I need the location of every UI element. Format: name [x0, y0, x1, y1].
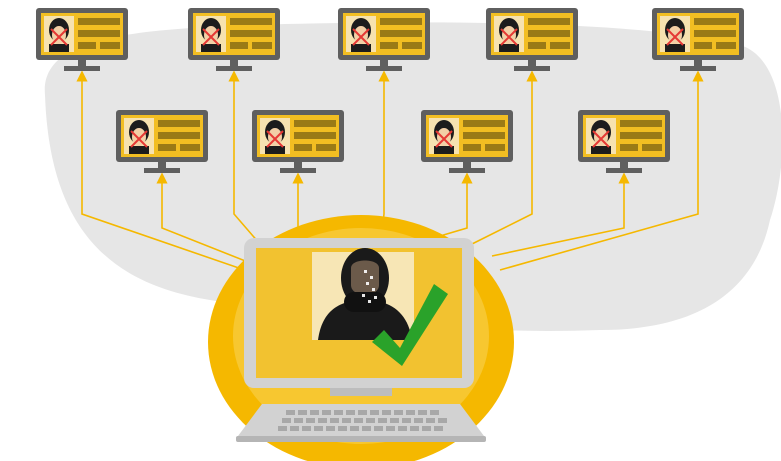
info-line: [230, 18, 272, 25]
key: [298, 410, 307, 415]
key: [290, 426, 299, 431]
info-line: [78, 18, 120, 25]
monitor-neck: [380, 60, 388, 66]
key: [278, 426, 287, 431]
key: [342, 418, 351, 423]
info-line: [463, 144, 481, 151]
info-line: [380, 42, 398, 49]
face-verification-diagram: [36, 8, 781, 461]
info-line: [294, 120, 336, 127]
monitor-stand: [680, 66, 716, 71]
info-line: [642, 144, 662, 151]
info-line: [463, 120, 505, 127]
info-line: [550, 42, 570, 49]
key: [438, 418, 447, 423]
key: [338, 426, 347, 431]
info-line: [620, 144, 638, 151]
key: [386, 426, 395, 431]
key: [366, 418, 375, 423]
key: [382, 410, 391, 415]
key: [326, 426, 335, 431]
info-line: [620, 132, 662, 139]
info-line: [620, 120, 662, 127]
key: [430, 410, 439, 415]
key: [314, 426, 323, 431]
key: [402, 418, 411, 423]
info-line: [252, 42, 272, 49]
info-line: [158, 144, 176, 151]
key: [378, 418, 387, 423]
monitor-stand: [514, 66, 550, 71]
info-line: [294, 132, 336, 139]
key: [362, 426, 371, 431]
key: [310, 410, 319, 415]
key: [394, 410, 403, 415]
laptop-base-edge: [236, 436, 486, 442]
info-line: [528, 30, 570, 37]
key: [398, 426, 407, 431]
info-line: [528, 18, 570, 25]
info-line: [694, 18, 736, 25]
key: [346, 410, 355, 415]
info-line: [180, 144, 200, 151]
monitor-neck: [620, 162, 628, 168]
key: [302, 426, 311, 431]
key: [426, 418, 435, 423]
key: [282, 418, 291, 423]
monitor-neck: [528, 60, 536, 66]
info-line: [230, 30, 272, 37]
info-line: [100, 42, 120, 49]
info-line: [528, 42, 546, 49]
key: [286, 410, 295, 415]
monitor-neck: [78, 60, 86, 66]
key: [294, 418, 303, 423]
key: [318, 418, 327, 423]
key: [354, 418, 363, 423]
key: [306, 418, 315, 423]
info-line: [694, 42, 712, 49]
monitor-stand: [216, 66, 252, 71]
info-line: [463, 132, 505, 139]
info-line: [158, 120, 200, 127]
info-line: [380, 30, 422, 37]
key: [418, 410, 427, 415]
key: [422, 426, 431, 431]
key: [358, 410, 367, 415]
info-line: [716, 42, 736, 49]
monitor-stand: [606, 168, 642, 173]
key: [406, 410, 415, 415]
monitor-neck: [158, 162, 166, 168]
monitor-stand: [366, 66, 402, 71]
monitor-neck: [694, 60, 702, 66]
key: [350, 426, 359, 431]
monitor-stand: [144, 168, 180, 173]
info-line: [402, 42, 422, 49]
monitor-stand: [449, 168, 485, 173]
key: [322, 410, 331, 415]
monitor-stand: [280, 168, 316, 173]
key: [330, 418, 339, 423]
monitor-neck: [230, 60, 238, 66]
info-line: [78, 42, 96, 49]
verified-laptop: [208, 215, 514, 461]
key: [374, 426, 383, 431]
monitor-neck: [463, 162, 471, 168]
key: [334, 410, 343, 415]
info-line: [158, 132, 200, 139]
info-line: [78, 30, 120, 37]
info-line: [694, 30, 736, 37]
info-line: [380, 18, 422, 25]
info-line: [230, 42, 248, 49]
info-line: [316, 144, 336, 151]
info-line: [294, 144, 312, 151]
key: [390, 418, 399, 423]
monitor-stand: [64, 66, 100, 71]
monitor-neck: [294, 162, 302, 168]
laptop-hinge: [330, 388, 392, 396]
key: [434, 426, 443, 431]
key: [410, 426, 419, 431]
info-line: [485, 144, 505, 151]
key: [370, 410, 379, 415]
key: [414, 418, 423, 423]
